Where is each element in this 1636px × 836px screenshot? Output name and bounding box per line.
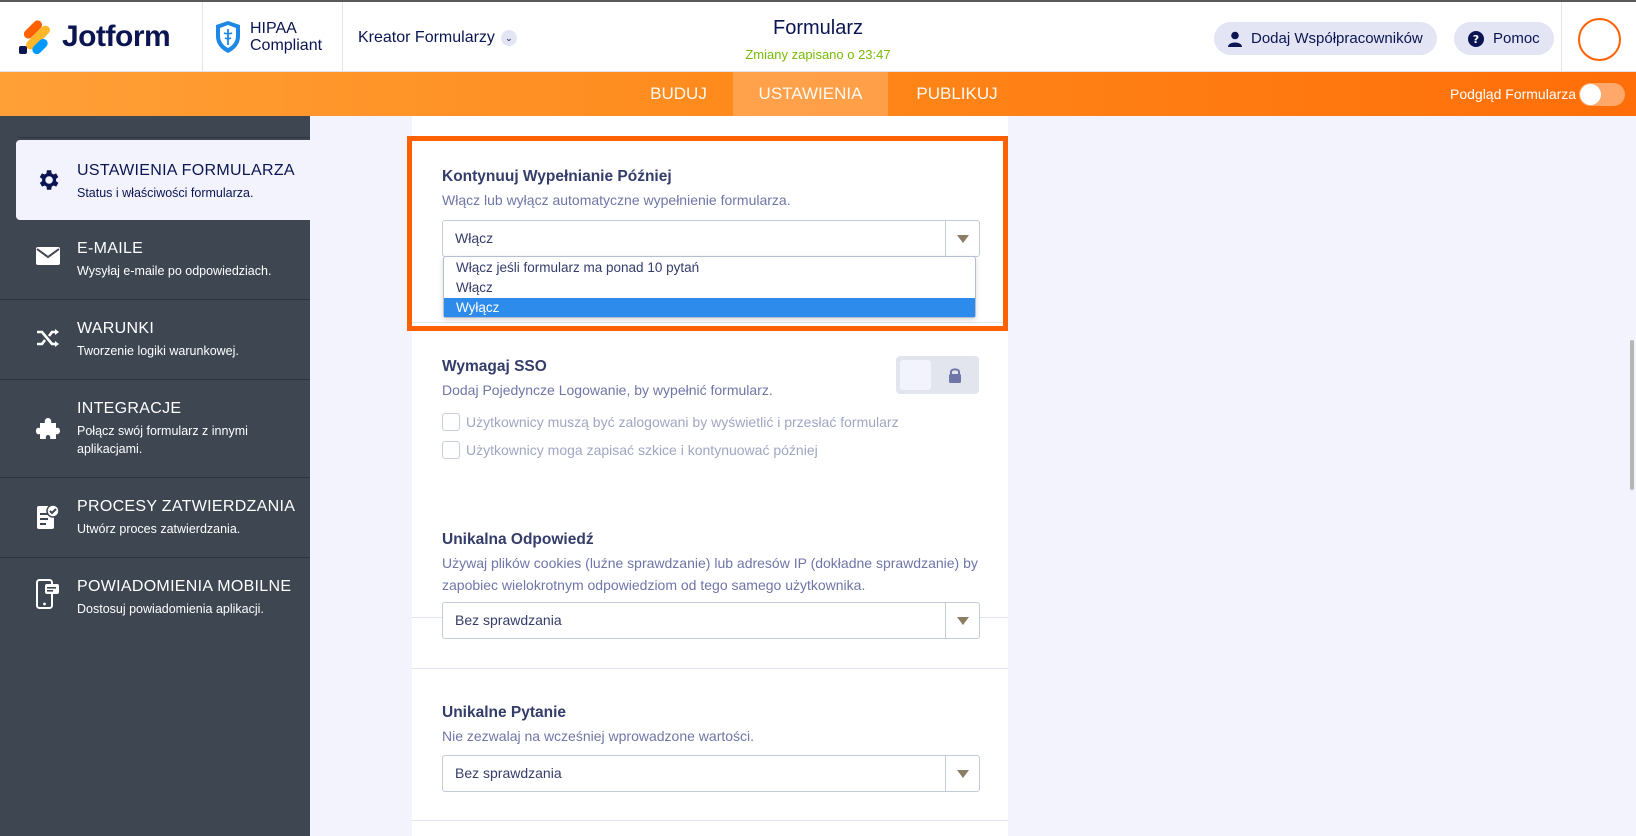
sidebar-item-desc: Tworzenie logiki warunkowej. xyxy=(77,344,239,358)
creator-label: Kreator Formularzy xyxy=(358,29,495,46)
sidebar-item-approvals[interactable]: PROCESY ZATWIERDZANIA Utwórz proces zatw… xyxy=(0,478,310,558)
select-value: Bez sprawdzania xyxy=(455,765,562,781)
sidebar-item-title: INTEGRACJE xyxy=(77,400,182,417)
user-icon xyxy=(1228,31,1242,47)
envelope-icon xyxy=(34,242,62,270)
section-desc: Nie zezwalaj na wcześniej wprowadzone wa… xyxy=(442,728,755,744)
continue-later-options: Włącz jeśli formularz ma ponad 10 pytań … xyxy=(443,256,976,318)
hipaa-badge[interactable]: HIPAA Compliant xyxy=(214,20,322,54)
checkbox[interactable] xyxy=(442,441,460,459)
sidebar-item-integrations[interactable]: INTEGRACJE Połącz swój formularz z innym… xyxy=(0,380,310,478)
checkbox[interactable] xyxy=(442,413,460,431)
section-desc: Używaj plików cookies (luźne sprawdzanie… xyxy=(442,555,978,593)
sso-save-drafts-option[interactable]: Użytkownicy moga zapisać szkice i kontyn… xyxy=(442,441,818,459)
unique-question-section: Unikalne Pytanie Nie zezwalaj na wcześni… xyxy=(412,669,1008,821)
sidebar-item-desc: Dostosuj powiadomienia aplikacji. xyxy=(77,602,264,616)
sidebar-item-title: POWIADOMIENIA MOBILNE xyxy=(77,578,292,595)
hipaa-line2: Compliant xyxy=(250,37,323,54)
sidebar-item-title: WARUNKI xyxy=(77,320,155,337)
form-preview-toggle[interactable] xyxy=(1579,83,1625,106)
jotform-logo-icon xyxy=(18,18,52,57)
lock-icon xyxy=(949,368,961,383)
select-value: Bez sprawdzania xyxy=(455,612,562,628)
header-divider xyxy=(342,2,343,72)
sidebar-item-desc: Status i właściwości formularza. xyxy=(77,186,254,200)
sso-toggle[interactable] xyxy=(896,356,979,394)
sidebar-item-desc: Utwórz proces zatwierdzania. xyxy=(77,522,241,536)
jotform-logo[interactable]: Jotform xyxy=(18,18,171,57)
sidebar-item-title: USTAWIENIA FORMULARZA xyxy=(77,162,295,179)
unique-question-select[interactable]: Bez sprawdzania xyxy=(442,755,980,792)
sidebar-item-mobile-notifications[interactable]: POWIADOMIENIA MOBILNE Dostosuj powiadomi… xyxy=(0,558,310,638)
sso-login-required-option[interactable]: Użytkownicy muszą być zalogowani by wyśw… xyxy=(442,413,899,431)
add-collaborators-button[interactable]: Dodaj Współpracowników xyxy=(1214,22,1437,55)
sidebar-item-conditions[interactable]: WARUNKI Tworzenie logiki warunkowej. xyxy=(0,300,310,380)
sidebar-item-desc: Połącz swój formularz z innymi aplikacja… xyxy=(77,424,248,456)
option-disable[interactable]: Wyłącz xyxy=(444,298,975,317)
hipaa-shield-icon xyxy=(216,21,240,53)
avatar[interactable] xyxy=(1578,18,1621,61)
option-enable-over-10[interactable]: Włącz jeśli formularz ma ponad 10 pytań xyxy=(444,258,975,277)
svg-text:?: ? xyxy=(1473,33,1479,46)
dropdown-arrow-icon xyxy=(945,221,979,256)
settings-panel: Kontynuuj Wypełnianie Później Włącz lub … xyxy=(412,116,1008,836)
approval-icon xyxy=(34,503,62,531)
collaborators-label: Dodaj Współpracowników xyxy=(1251,30,1423,47)
section-title: Unikalne Pytanie xyxy=(442,704,567,721)
unique-response-section: Unikalna Odpowiedź Używaj plików cookies… xyxy=(412,496,1008,669)
settings-sidebar: USTAWIENIA FORMULARZA Status i właściwoś… xyxy=(0,116,310,836)
tab-publish[interactable]: PUBLIKUJ xyxy=(902,72,1012,116)
top-header: Jotform HIPAA Compliant Kreator Formular… xyxy=(0,0,1636,72)
help-label: Pomoc xyxy=(1493,30,1540,47)
mobile-icon xyxy=(34,579,62,609)
checkbox-label: Użytkownicy moga zapisać szkice i kontyn… xyxy=(466,442,818,458)
form-preview-label: Podgląd Formularza xyxy=(1450,86,1577,102)
section-title: Unikalna Odpowiedź xyxy=(442,531,594,548)
hipaa-line1: HIPAA xyxy=(250,20,297,37)
help-button[interactable]: ? Pomoc xyxy=(1454,22,1554,55)
form-creator-dropdown[interactable]: Kreator Formularzy ⌄ xyxy=(358,29,517,47)
section-title: Kontynuuj Wypełnianie Później xyxy=(442,168,672,185)
sidebar-item-desc: Wysyłaj e-maile po odpowiedziach. xyxy=(77,264,272,278)
header-divider xyxy=(1561,2,1562,72)
tab-settings[interactable]: USTAWIENIA xyxy=(733,72,888,116)
builder-nav: BUDUJ USTAWIENIA PUBLIKUJ Podgląd Formul… xyxy=(0,72,1636,116)
shuffle-icon xyxy=(34,324,62,352)
dropdown-arrow-icon xyxy=(945,603,979,638)
chevron-down-icon: ⌄ xyxy=(500,30,517,46)
sidebar-item-title: PROCESY ZATWIERDZANIA xyxy=(77,498,296,515)
tab-build[interactable]: BUDUJ xyxy=(635,72,722,116)
option-enable[interactable]: Włącz xyxy=(444,278,975,297)
question-icon: ? xyxy=(1468,30,1484,47)
continue-later-select[interactable]: Włącz xyxy=(442,220,980,257)
logo-text: Jotform xyxy=(62,20,171,53)
page-scrollbar[interactable] xyxy=(1630,340,1634,490)
select-value: Włącz xyxy=(455,230,494,246)
checkbox-label: Użytkownicy muszą być zalogowani by wyśw… xyxy=(466,414,899,430)
dropdown-arrow-icon xyxy=(945,756,979,791)
sidebar-item-emails[interactable]: E-MAILE Wysyłaj e-maile po odpowiedziach… xyxy=(0,220,310,300)
section-desc: Włącz lub wyłącz automatyczne wypełnieni… xyxy=(442,192,791,208)
section-title: Wymagaj SSO xyxy=(442,358,547,375)
puzzle-icon xyxy=(34,414,62,442)
sidebar-item-form-settings[interactable]: USTAWIENIA FORMULARZA Status i właściwoś… xyxy=(16,140,310,220)
gear-icon xyxy=(34,166,62,194)
header-divider xyxy=(202,2,203,72)
unique-response-select[interactable]: Bez sprawdzania xyxy=(442,602,980,639)
sidebar-item-title: E-MAILE xyxy=(77,240,144,257)
